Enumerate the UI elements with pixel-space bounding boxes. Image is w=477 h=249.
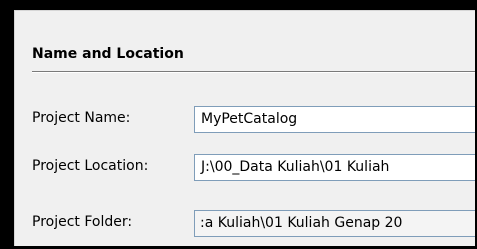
project-location-label: Project Location: bbox=[32, 158, 149, 174]
project-folder-label: Project Folder: bbox=[32, 214, 133, 230]
section-separator bbox=[32, 71, 475, 73]
project-location-value: J:\00_Data Kuliah\01 Kuliah bbox=[201, 159, 390, 175]
project-name-input[interactable]: MyPetCatalog bbox=[194, 106, 475, 133]
project-folder-field[interactable]: :a Kuliah\01 Kuliah Genap 20 bbox=[194, 210, 475, 237]
section-title: Name and Location bbox=[32, 46, 184, 62]
name-and-location-panel: Name and Location Project Name: MyPetCat… bbox=[14, 10, 475, 246]
project-name-value: MyPetCatalog bbox=[201, 111, 298, 127]
project-folder-value: :a Kuliah\01 Kuliah Genap 20 bbox=[200, 215, 403, 231]
project-location-input[interactable]: J:\00_Data Kuliah\01 Kuliah bbox=[194, 154, 475, 181]
project-name-label: Project Name: bbox=[32, 110, 131, 126]
screenshot-frame: Name and Location Project Name: MyPetCat… bbox=[0, 0, 477, 249]
